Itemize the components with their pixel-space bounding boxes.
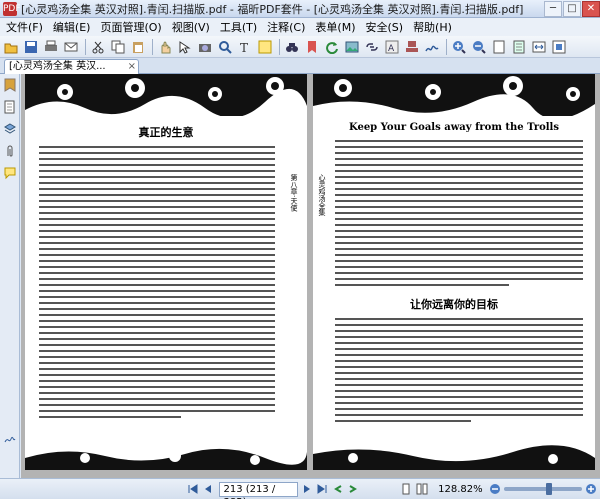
menu-help[interactable]: 帮助(H) [413,19,452,35]
english-body-text [335,140,583,290]
svg-text:A: A [388,44,395,54]
toolbar-divider [85,38,86,55]
menu-view[interactable]: 视图(V) [172,19,210,35]
two-page-view-icon[interactable] [415,482,428,496]
signature-icon[interactable] [423,38,441,56]
hand-tool-icon[interactable] [156,38,174,56]
chinese-body-text-right [335,318,583,426]
zoom-slider[interactable] [503,483,582,495]
toolbar: T A [0,36,600,58]
fit-page-icon[interactable] [510,38,528,56]
forward-view-icon[interactable] [346,482,359,496]
document-viewport[interactable]: 真正的生意 第八章·天使 心灵鸡汤全集 Keep Your Goals away… [21,74,600,478]
actual-size-icon[interactable] [490,38,508,56]
menu-edit[interactable]: 编辑(E) [53,19,91,35]
zoom-out-small-icon[interactable] [489,482,502,496]
document-tab[interactable]: [心灵鸡汤全集 英汉... × [4,59,139,74]
bookmarks-panel-icon[interactable] [2,76,18,94]
zoom-out-icon[interactable] [470,38,488,56]
menu-bar: 文件(F) 编辑(E) 页面管理(O) 视图(V) 工具(T) 注释(C) 表单… [0,18,600,36]
chapter-title-english: Keep Your Goals away from the Trolls [348,122,559,133]
image-icon[interactable] [343,38,361,56]
menu-page-management[interactable]: 页面管理(O) [100,19,161,35]
chinese-body-text [39,146,275,422]
signature-panel-icon[interactable] [2,430,18,448]
email-icon[interactable] [62,38,80,56]
document-tab-label: [心灵鸡汤全集 英汉... [9,61,106,72]
toolbar-divider [279,38,280,55]
open-icon[interactable] [2,38,20,56]
select-text-icon[interactable] [176,38,194,56]
menu-file[interactable]: 文件(F) [6,19,43,35]
app-icon: PDF [3,1,21,16]
floral-header-decoration [313,74,595,116]
zoom-level[interactable]: 128.82% [438,484,483,495]
fit-width-icon[interactable] [530,38,548,56]
comments-panel-icon[interactable] [2,164,18,182]
copy-icon[interactable] [109,38,127,56]
stamp-icon[interactable] [403,38,421,56]
close-button[interactable]: ✕ [582,0,600,17]
print-icon[interactable] [42,38,60,56]
menu-security[interactable]: 安全(S) [365,19,403,35]
zoom-select-icon[interactable] [216,38,234,56]
cut-icon[interactable] [89,38,107,56]
zoom-slider-thumb[interactable] [545,483,552,495]
find-icon[interactable] [283,38,301,56]
minimize-button[interactable]: ─ [544,0,562,17]
svg-text:T: T [240,41,248,54]
page-number-input[interactable]: 213 (213 / 385) [219,481,298,499]
chapter-title-chinese: 真正的生意 [138,126,194,139]
floral-footer-decoration [25,448,307,470]
zoom-in-icon[interactable] [450,38,468,56]
single-page-view-icon[interactable] [400,482,413,496]
bookmark-icon[interactable] [303,38,321,56]
layers-panel-icon[interactable] [2,120,18,138]
menu-comment[interactable]: 注释(C) [267,19,305,35]
fit-visible-icon[interactable] [550,38,568,56]
document-tab-strip: [心灵鸡汤全集 英汉... × [0,58,600,74]
floral-footer-decoration [313,445,595,470]
chapter-title-chinese-right: 让你远离你的目标 [410,298,498,311]
typewriter-icon[interactable]: T [236,38,254,56]
chapter-side-label: 第八章·天使 [290,174,298,212]
tab-close-icon[interactable]: × [128,60,136,74]
attachments-panel-icon[interactable] [2,142,18,160]
next-page-icon[interactable] [301,482,314,496]
save-icon[interactable] [22,38,40,56]
maximize-button[interactable]: □ [563,0,581,17]
link-icon[interactable] [363,38,381,56]
menu-form[interactable]: 表单(M) [315,19,355,35]
back-view-icon[interactable] [331,482,344,496]
ocr-icon[interactable]: A [383,38,401,56]
floral-header-decoration [25,74,307,116]
previous-page-icon[interactable] [201,482,214,496]
note-icon[interactable] [256,38,274,56]
status-bar: 213 (213 / 385) 128.82% [0,478,600,499]
last-page-icon[interactable] [316,482,329,496]
snapshot-icon[interactable] [196,38,214,56]
book-side-label: 心灵鸡汤全集 [318,174,326,216]
menu-tools[interactable]: 工具(T) [220,19,257,35]
pages-panel-icon[interactable] [2,98,18,116]
pdf-page-left: 真正的生意 第八章·天使 [25,74,307,470]
window-title: [心灵鸡汤全集 英汉对照].青闰.扫描版.pdf - 福昕PDF套件 - [心灵… [21,2,524,16]
first-page-icon[interactable] [186,482,199,496]
pdf-page-right: 心灵鸡汤全集 Keep Your Goals away from the Tro… [313,74,595,470]
paste-icon[interactable] [129,38,147,56]
navigation-panel-bar [0,74,20,478]
title-bar: PDF [心灵鸡汤全集 英汉对照].青闰.扫描版.pdf - 福昕PDF套件 -… [0,0,600,18]
toolbar-divider [152,38,153,55]
zoom-in-small-icon[interactable] [585,482,598,496]
rotate-icon[interactable] [323,38,341,56]
toolbar-divider [446,38,447,55]
